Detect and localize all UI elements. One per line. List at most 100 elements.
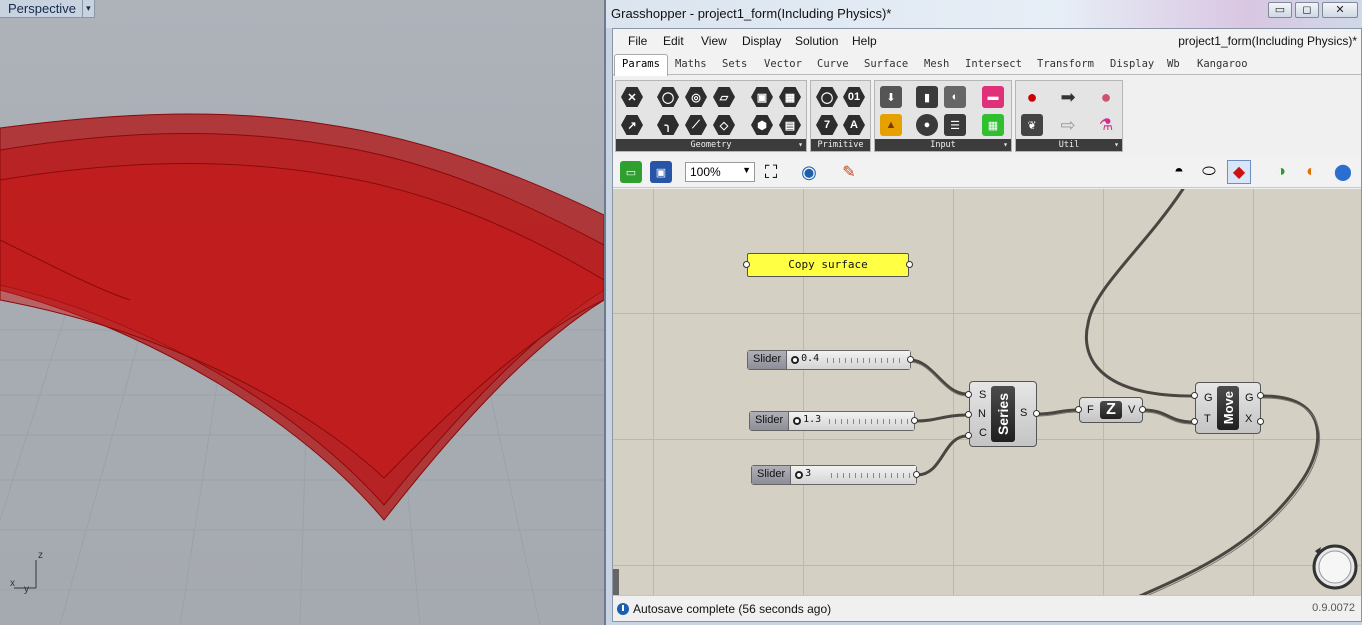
move-input-g[interactable]: G	[1204, 392, 1213, 404]
series-output-s[interactable]: S	[1020, 407, 1027, 419]
series-grip-c[interactable]	[965, 432, 972, 439]
boolean-param-icon[interactable]: ◯	[815, 85, 839, 109]
close-button[interactable]: ✕	[1322, 2, 1358, 18]
minimize-button[interactable]: ▭	[1268, 2, 1292, 18]
line-param-icon[interactable]: ⟋	[684, 113, 708, 137]
move-output-g[interactable]: G	[1245, 392, 1254, 404]
save-file-icon[interactable]: ▣	[649, 160, 673, 184]
geometry-param-icon[interactable]: ▤	[778, 113, 802, 137]
number-param-icon[interactable]: 7	[815, 113, 839, 137]
document-name[interactable]: project1_form(Including Physics)*	[1178, 34, 1357, 48]
unitz-grip-out[interactable]	[1139, 406, 1146, 413]
slider-track[interactable]: 3	[791, 466, 916, 484]
maximize-button[interactable]: ◻	[1295, 2, 1319, 18]
preview-mode-icon[interactable]: ◓	[1167, 160, 1191, 184]
move-grip-t[interactable]	[1191, 418, 1198, 425]
graph-mapper-icon[interactable]: ▲	[879, 113, 903, 137]
panel-geometry-label[interactable]: Geometry ▾	[616, 139, 806, 151]
move-output-x[interactable]: X	[1245, 413, 1252, 425]
slider-knob[interactable]	[793, 417, 802, 425]
wireframe-icon[interactable]: ⬭	[1197, 160, 1221, 184]
tab-mesh[interactable]: Mesh	[924, 58, 949, 70]
tab-kangaroo[interactable]: Kangaroo	[1197, 58, 1248, 70]
box-param-icon[interactable]: ▣	[750, 85, 774, 109]
series-input-n[interactable]: N	[978, 408, 986, 420]
bake-icon[interactable]: ◑	[1269, 160, 1293, 184]
import-icon[interactable]: ⬇	[879, 85, 903, 109]
move-component[interactable]: G T Move G X	[1195, 382, 1261, 434]
mesh-param-icon[interactable]: ▦	[778, 85, 802, 109]
slider-output-grip[interactable]	[911, 417, 918, 424]
panel-expand-icon[interactable]: ▾	[1003, 139, 1008, 151]
display-sphere-icon[interactable]: ⬤	[1331, 160, 1355, 184]
chevron-down-icon[interactable]: ▼	[742, 165, 751, 175]
move-input-t[interactable]: T	[1204, 413, 1211, 425]
circle-param-icon[interactable]: ◯	[656, 85, 680, 109]
tab-sets[interactable]: Sets	[722, 58, 747, 70]
menu-solution[interactable]: Solution	[795, 34, 838, 48]
panel-primitive-label[interactable]: Primitive	[811, 139, 870, 151]
menu-file[interactable]: File	[628, 34, 647, 48]
slider-knob[interactable]	[791, 356, 800, 364]
series-grip-out[interactable]	[1033, 410, 1040, 417]
tab-display[interactable]: Display	[1110, 58, 1154, 70]
tree-icon[interactable]: ❦	[1020, 113, 1044, 137]
slider-output-grip[interactable]	[907, 356, 914, 363]
tab-surface[interactable]: Surface	[864, 58, 908, 70]
tab-maths[interactable]: Maths	[675, 58, 707, 70]
number-slider-3[interactable]: Slider 3	[751, 465, 917, 485]
arrow-right-light-icon[interactable]: ⇨	[1056, 113, 1080, 137]
viewport-name[interactable]: Perspective	[0, 1, 82, 16]
move-grip-out-x[interactable]	[1257, 418, 1264, 425]
flask-icon[interactable]: ⚗	[1094, 113, 1118, 137]
menu-display[interactable]: Display	[742, 34, 781, 48]
series-component[interactable]: S N C Series S	[969, 381, 1037, 447]
number-slider-2[interactable]: Slider 1.3	[749, 411, 915, 431]
point-param-icon[interactable]: ✕	[620, 85, 644, 109]
unit-z-component[interactable]: F Z V	[1079, 397, 1143, 423]
color-sphere-icon[interactable]: ◐	[1299, 160, 1323, 184]
panel-input-label[interactable]: Input ▾	[875, 139, 1011, 151]
slider-track[interactable]: 0.4	[787, 351, 910, 369]
cherry-picker-icon[interactable]: ●	[1020, 85, 1044, 109]
arc-param-icon[interactable]: ◎	[684, 85, 708, 109]
preview-eye-icon[interactable]: ◉	[797, 160, 821, 184]
unitz-grip-in[interactable]	[1075, 406, 1082, 413]
menu-edit[interactable]: Edit	[663, 34, 684, 48]
spheres-icon[interactable]: ●	[1094, 85, 1118, 109]
knob-icon[interactable]: ◐	[943, 85, 967, 109]
slider-knob[interactable]	[795, 471, 804, 479]
unitz-input-f[interactable]: F	[1087, 404, 1094, 416]
integer-param-icon[interactable]: 01	[842, 85, 866, 109]
panel-input-grip[interactable]	[743, 261, 750, 268]
tab-wb[interactable]: Wb	[1167, 58, 1180, 70]
toggle-icon[interactable]: ▮	[915, 85, 939, 109]
slider-output-grip[interactable]	[913, 471, 920, 478]
series-input-s[interactable]: S	[979, 389, 986, 401]
move-grip-out-g[interactable]	[1257, 392, 1264, 399]
panel-expand-icon[interactable]: ▾	[798, 139, 803, 151]
value-list-icon[interactable]: ☰	[943, 113, 967, 137]
sketch-icon[interactable]: ✎	[837, 160, 861, 184]
menu-help[interactable]: Help	[852, 34, 877, 48]
gradient-icon[interactable]: ▬	[981, 85, 1005, 109]
move-grip-g[interactable]	[1191, 392, 1198, 399]
series-grip-s[interactable]	[965, 391, 972, 398]
panel-output-grip[interactable]	[906, 261, 913, 268]
zoom-extents-icon[interactable]: ⛶	[759, 160, 783, 184]
shaded-preview-icon[interactable]: ◆	[1227, 160, 1251, 184]
color-swatch-icon[interactable]: ▦	[981, 113, 1005, 137]
navigation-compass-icon[interactable]	[1309, 541, 1361, 593]
button-icon[interactable]: ●	[915, 113, 939, 137]
vector-param-icon[interactable]: ↗	[620, 113, 644, 137]
canvas-scroll-handle[interactable]	[613, 569, 619, 595]
menu-view[interactable]: View	[701, 34, 727, 48]
text-param-icon[interactable]: A	[842, 113, 866, 137]
arrow-right-dark-icon[interactable]: ➡	[1056, 85, 1080, 109]
open-file-icon[interactable]: ▭	[619, 160, 643, 184]
triangle-down-icon[interactable]: ▾	[81, 0, 94, 17]
tab-curve[interactable]: Curve	[817, 58, 849, 70]
copy-surface-panel[interactable]: Copy surface	[747, 253, 909, 277]
tab-transform[interactable]: Transform	[1037, 58, 1094, 70]
viewport-tab[interactable]: Perspective ▾	[0, 0, 95, 18]
